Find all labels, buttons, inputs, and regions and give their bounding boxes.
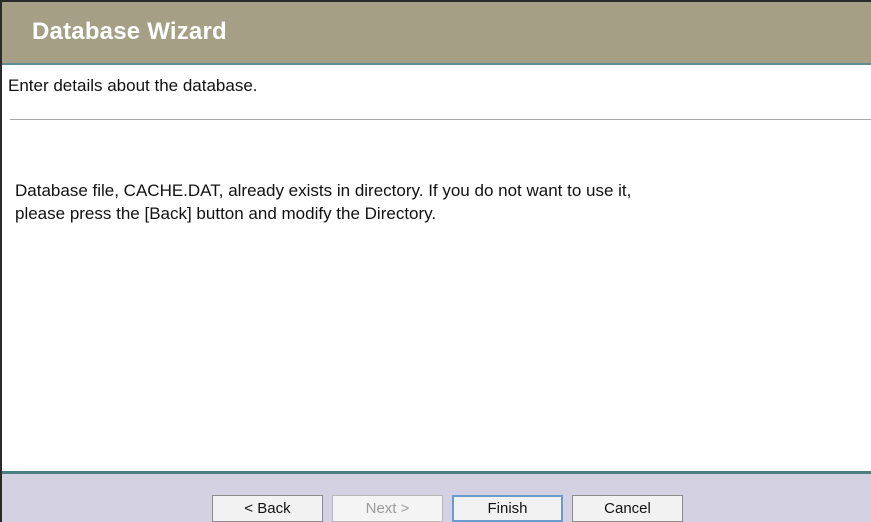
back-button[interactable]: < Back [212, 495, 323, 522]
database-wizard-window: Database Wizard Enter details about the … [0, 0, 871, 522]
next-button: Next > [332, 495, 443, 522]
wizard-subtitle: Enter details about the database. [8, 76, 258, 95]
info-message: Database file, CACHE.DAT, already exists… [15, 179, 860, 225]
title-bar: Database Wizard [2, 2, 871, 65]
info-message-line-2: please press the [Back] button and modif… [15, 204, 437, 223]
divider [10, 119, 871, 120]
finish-button[interactable]: Finish [452, 495, 563, 522]
cancel-button[interactable]: Cancel [572, 495, 683, 522]
button-bar: < Back Next > Finish Cancel [2, 471, 871, 522]
info-message-line-1: Database file, CACHE.DAT, already exists… [15, 181, 632, 200]
wizard-title: Database Wizard [32, 18, 227, 45]
